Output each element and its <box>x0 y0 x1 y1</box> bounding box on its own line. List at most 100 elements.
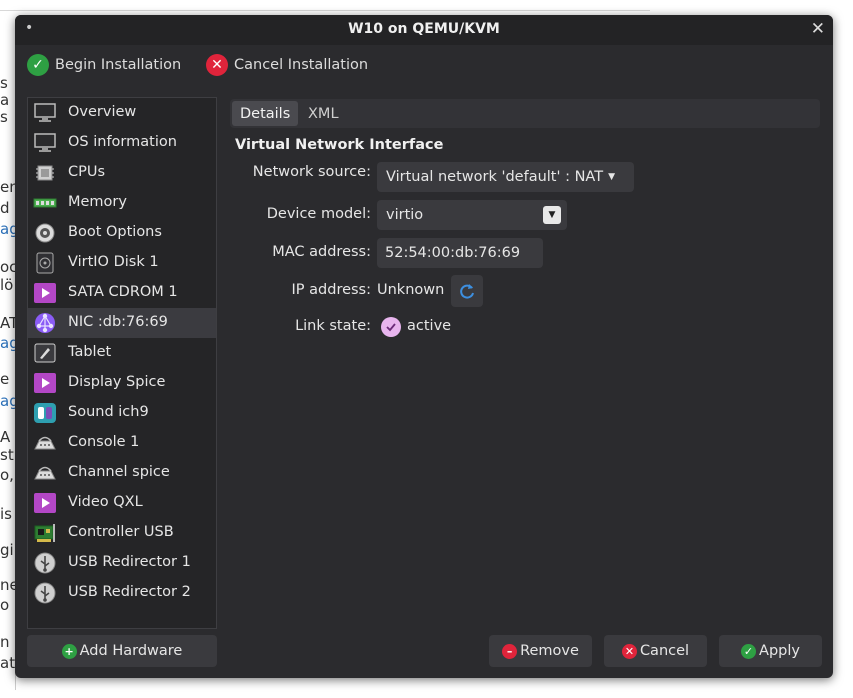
controller-card-icon <box>33 522 57 544</box>
media-play-icon <box>33 372 57 394</box>
sidebar-item-usb-redirector-1[interactable]: USB Redirector 1 <box>28 548 216 578</box>
monitor-icon <box>33 132 57 154</box>
mac-address-value: 52:54:00:db:76:69 <box>385 245 521 261</box>
sidebar-item-display-spice[interactable]: Display Spice <box>28 368 216 398</box>
add-hardware-label: Add Hardware <box>79 643 183 659</box>
background-text-fragment: at <box>0 654 16 672</box>
sidebar-item-overview[interactable]: Overview <box>28 98 216 128</box>
tab-details[interactable]: Details <box>232 101 299 126</box>
apply-label: Apply <box>759 643 800 659</box>
background-text-fragment: A <box>0 428 11 446</box>
sidebar-item-label: Memory <box>68 194 127 210</box>
background-text-fragment: e <box>0 370 10 388</box>
network-source-label: Network source: <box>252 164 371 180</box>
close-icon[interactable]: ✕ <box>811 19 825 39</box>
ip-address-label: IP address: <box>291 282 371 298</box>
sidebar-item-label: Display Spice <box>68 374 166 390</box>
window-title: W10 on QEMU/KVM <box>348 21 500 37</box>
cancel-icon: ✕ <box>206 54 228 76</box>
cancel-installation-button[interactable]: ✕ Cancel Installation <box>206 52 368 78</box>
sidebar-item-nic-db-76-69[interactable]: NIC :db:76:69 <box>28 308 216 338</box>
background-text-fragment: st <box>0 446 14 464</box>
monitor-icon <box>33 102 57 124</box>
background-text-fragment: s <box>0 74 8 92</box>
sidebar-item-sound-ich9[interactable]: Sound ich9 <box>28 398 216 428</box>
background-text-fragment: s <box>0 108 8 126</box>
link-state-checkbox[interactable] <box>381 317 401 337</box>
sidebar-item-controller-usb[interactable]: Controller USB <box>28 518 216 548</box>
sidebar-item-video-qxl[interactable]: Video QXL <box>28 488 216 518</box>
remove-icon: – <box>502 643 518 659</box>
sidebar-item-label: Overview <box>68 104 137 120</box>
sidebar-item-label: Video QXL <box>68 494 143 510</box>
add-hardware-button[interactable]: + Add Hardware <box>27 635 217 667</box>
remove-button[interactable]: – Remove <box>489 635 592 667</box>
background-divider <box>0 10 650 11</box>
refresh-ip-button[interactable] <box>451 275 483 307</box>
chevron-down-icon: ▼ <box>608 172 615 182</box>
sidebar-item-label: Console 1 <box>68 434 140 450</box>
title-bar[interactable]: • W10 on QEMU/KVM ✕ <box>15 15 833 45</box>
device-model-value: virtio <box>386 207 424 223</box>
tablet-icon <box>33 342 57 364</box>
vm-details-window: • W10 on QEMU/KVM ✕ ✓ Begin Installation… <box>15 15 833 678</box>
background-text-fragment: lö <box>0 276 14 294</box>
background-text-fragment: a <box>0 91 10 109</box>
background-text-fragment: d <box>0 199 10 217</box>
remove-label: Remove <box>520 643 579 659</box>
network-source-select[interactable]: Virtual network 'default' : NAT ▼ <box>377 162 634 192</box>
usb-icon <box>33 552 57 574</box>
mac-address-field[interactable]: 52:54:00:db:76:69 <box>377 238 543 268</box>
network-source-value: Virtual network 'default' : NAT <box>386 169 604 185</box>
media-play-icon <box>33 282 57 304</box>
cancel-button[interactable]: ✕ Cancel <box>604 635 707 667</box>
sidebar-item-label: VirtIO Disk 1 <box>68 254 159 270</box>
cancel-label: Cancel <box>639 643 690 659</box>
tab-xml[interactable]: XML <box>300 101 347 126</box>
begin-installation-button[interactable]: ✓ Begin Installation <box>27 52 181 78</box>
apply-button[interactable]: ✓ Apply <box>719 635 822 667</box>
sidebar-item-tablet[interactable]: Tablet <box>28 338 216 368</box>
sidebar-item-label: SATA CDROM 1 <box>68 284 178 300</box>
sidebar-item-sata-cdrom-1[interactable]: SATA CDROM 1 <box>28 278 216 308</box>
serial-icon <box>33 432 57 454</box>
sidebar-item-boot-options[interactable]: Boot Options <box>28 218 216 248</box>
sidebar-item-cpus[interactable]: CPUs <box>28 158 216 188</box>
background-text-fragment: o <box>0 596 10 614</box>
sidebar-item-label: Boot Options <box>68 224 162 240</box>
cancel-icon: ✕ <box>621 643 637 659</box>
sidebar-item-label: Channel spice <box>68 464 170 480</box>
section-heading: Virtual Network Interface <box>235 137 444 153</box>
sidebar-item-label: NIC :db:76:69 <box>68 314 168 330</box>
usb-icon <box>33 582 57 604</box>
background-text-fragment: o, <box>0 466 14 484</box>
sidebar-item-label: USB Redirector 2 <box>68 584 191 600</box>
memory-icon <box>33 192 57 214</box>
sidebar-item-os-information[interactable]: OS information <box>28 128 216 158</box>
sidebar-item-usb-redirector-2[interactable]: USB Redirector 2 <box>28 578 216 608</box>
gear-icon <box>33 222 57 244</box>
sidebar-item-label: OS information <box>68 134 177 150</box>
link-state-value: active <box>407 318 452 334</box>
disk-icon <box>33 252 57 274</box>
check-icon <box>386 323 396 332</box>
device-model-label: Device model: <box>266 206 371 222</box>
refresh-icon <box>460 284 474 299</box>
chevron-down-icon[interactable]: ▼ <box>543 206 561 224</box>
sidebar-item-channel-spice[interactable]: Channel spice <box>28 458 216 488</box>
ip-address-value: Unknown <box>377 282 445 298</box>
sidebar-item-label: USB Redirector 1 <box>68 554 191 570</box>
sidebar-item-console-1[interactable]: Console 1 <box>28 428 216 458</box>
sidebar-item-memory[interactable]: Memory <box>28 188 216 218</box>
device-model-select[interactable]: virtio ▼ <box>377 200 567 230</box>
sidebar-item-label: CPUs <box>68 164 106 180</box>
serial-icon <box>33 462 57 484</box>
sidebar-item-virtio-disk-1[interactable]: VirtIO Disk 1 <box>28 248 216 278</box>
begin-installation-label: Begin Installation <box>55 57 182 73</box>
hardware-list: Overview OS information CPUs Memory Boot Opt… <box>27 97 217 629</box>
check-icon: ✓ <box>741 643 757 659</box>
background-text-fragment: n <box>0 633 10 651</box>
mac-address-label: MAC address: <box>272 244 371 260</box>
cancel-installation-label: Cancel Installation <box>234 57 369 73</box>
sidebar-item-label: Controller USB <box>68 524 174 540</box>
